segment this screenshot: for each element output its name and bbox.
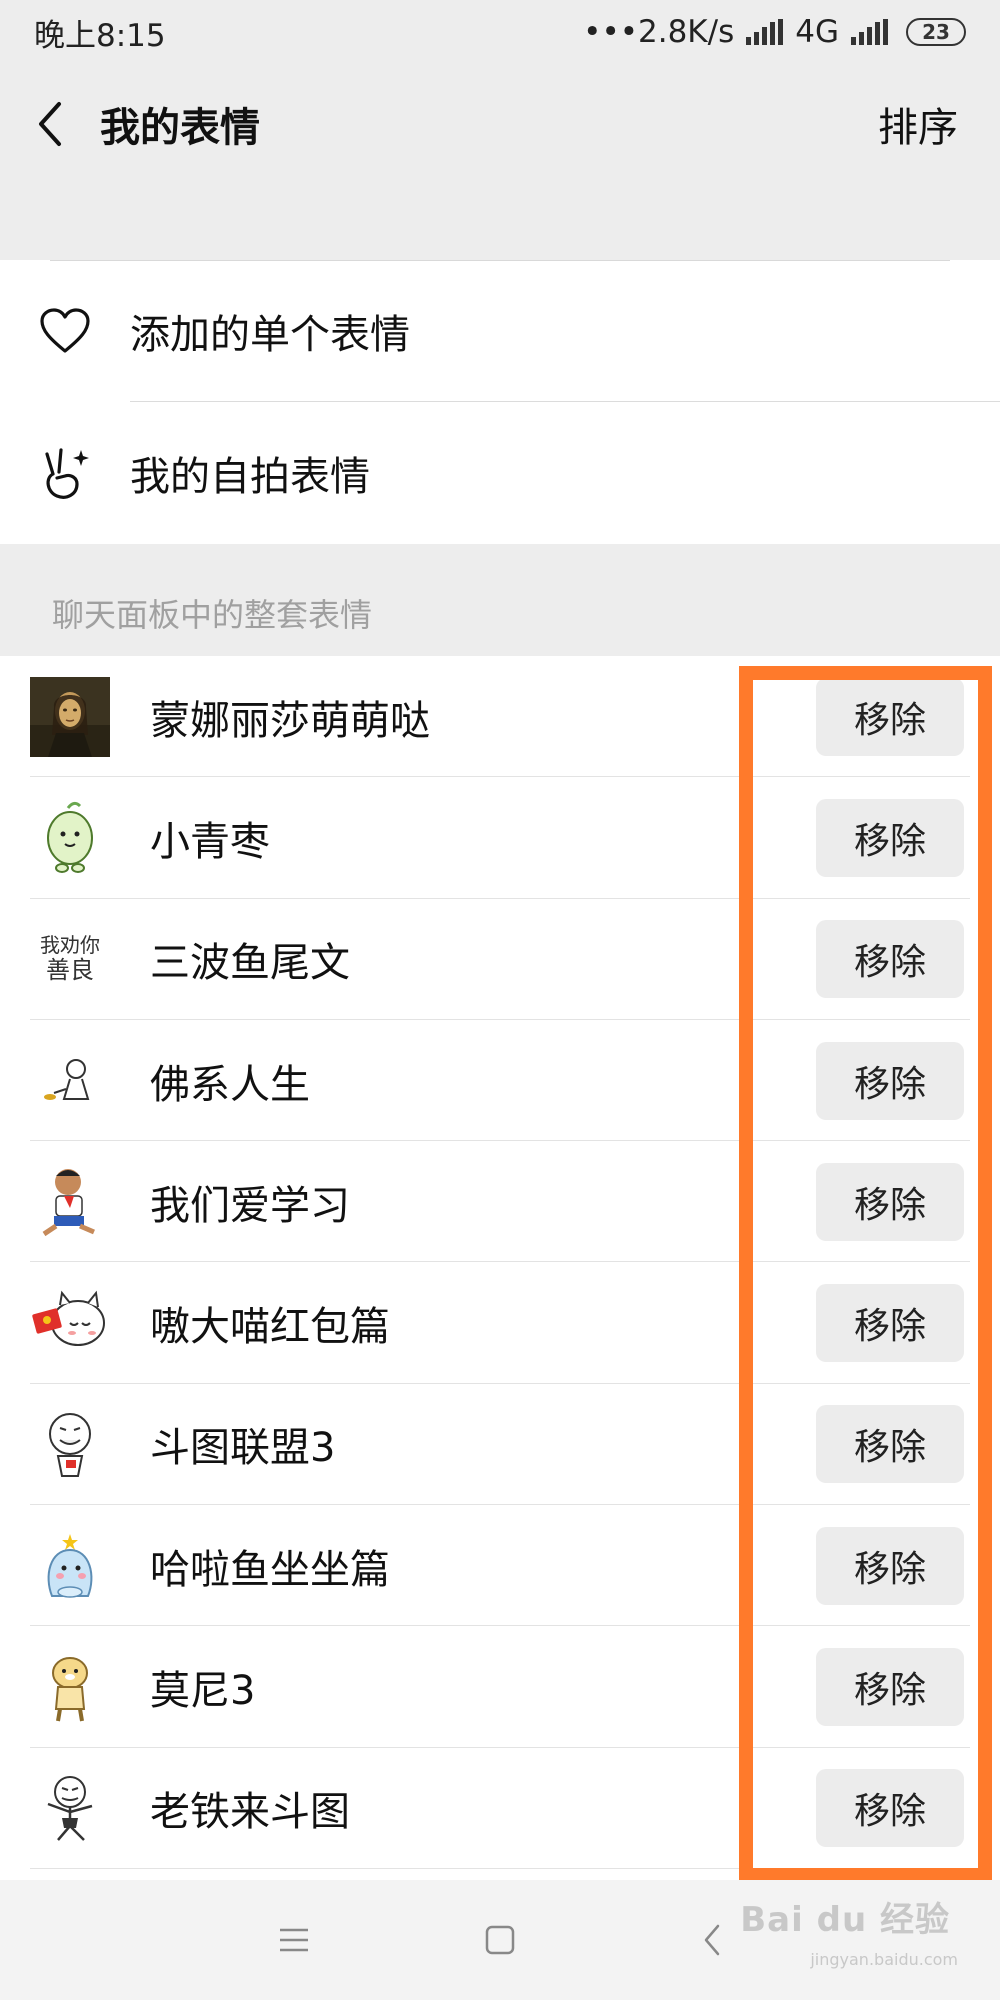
remove-button[interactable]: 移除 [816, 677, 964, 756]
handwriting-thumbnail: 我劝你 善良 [30, 919, 110, 999]
chevron-left-icon [39, 102, 61, 146]
page-title: 我的表情 [100, 105, 260, 151]
single-stickers-label: 添加的单个表情 [130, 312, 410, 358]
remove-button[interactable]: 移除 [816, 798, 964, 877]
sticker-pack-name: 三波鱼尾文 [150, 940, 350, 987]
sticker-pack-name: 蒙娜丽莎萌萌哒 [150, 697, 430, 744]
yellow-otter-thumbnail [30, 1647, 110, 1727]
selfie-stickers-label: 我的自拍表情 [130, 454, 370, 500]
back-nav-icon[interactable] [688, 1916, 736, 1964]
thumb-text-line-2: 善良 [46, 955, 94, 984]
remove-button[interactable]: 移除 [816, 1041, 964, 1120]
sticker-pack-row[interactable]: 嗷大喵红包篇 移除 [0, 1262, 1000, 1385]
sticker-pack-name: 嗷大喵红包篇 [150, 1304, 390, 1351]
meme-stickman-thumbnail [30, 1768, 110, 1848]
remove-button[interactable]: 移除 [816, 1162, 964, 1241]
battery-icon: 23 [906, 18, 966, 46]
blue-fish-thumbnail [30, 1526, 110, 1606]
selfie-stickers-item[interactable]: 我的自拍表情 [0, 402, 1000, 544]
sticker-pack-row[interactable]: 哈啦鱼坐坐篇 移除 [0, 1505, 1000, 1627]
selfie-hand-icon [0, 444, 130, 502]
sticker-pack-row[interactable]: 斗图联盟3 移除 [0, 1384, 1000, 1506]
section-header: 聊天面板中的整套表情 [52, 596, 373, 634]
mona-lisa-thumbnail [30, 676, 110, 757]
green-date-thumbnail [30, 798, 110, 878]
nav-bar: 我的表情 排序 [0, 64, 1000, 184]
sticker-pack-row[interactable]: 蒙娜丽莎萌萌哒 移除 [0, 656, 1000, 778]
status-time: 晚上8:15 [34, 17, 166, 54]
student-boy-thumbnail [30, 1162, 110, 1242]
sticker-pack-name: 莫尼3 [150, 1668, 256, 1715]
remove-button[interactable]: 移除 [816, 1526, 964, 1605]
status-bar: 晚上8:15 •••2.8K/s 4G 23 [0, 0, 1000, 64]
remove-button[interactable]: 移除 [816, 1648, 964, 1727]
signal-icon-2 [851, 19, 888, 45]
buddha-stickman-thumbnail [30, 1041, 110, 1121]
sticker-pack-name: 斗图联盟3 [150, 1425, 336, 1472]
thumb-text-line-1: 我劝你 [40, 932, 100, 957]
remove-button[interactable]: 移除 [816, 920, 964, 999]
status-indicators: •••2.8K/s 4G 23 [583, 14, 966, 50]
sticker-pack-row[interactable]: 佛系人生 移除 [0, 1020, 1000, 1142]
remove-button[interactable]: 移除 [816, 1284, 964, 1363]
cat-red-envelope-thumbnail [30, 1283, 110, 1363]
back-button[interactable] [0, 64, 100, 184]
sticker-pack-list: 蒙娜丽莎萌萌哒 移除 小青枣 移除 我劝你 善良 三波鱼尾文 移除 佛系人生 移… [0, 656, 1000, 1880]
heart-icon [0, 308, 130, 354]
sticker-pack-name: 哈啦鱼坐坐篇 [150, 1546, 390, 1593]
sticker-pack-name: 小青枣 [150, 818, 270, 865]
sticker-pack-row[interactable]: 我们爱学习 移除 [0, 1141, 1000, 1263]
sticker-pack-name: 我们爱学习 [150, 1182, 350, 1229]
top-menu-list: 添加的单个表情 我的自拍表情 [0, 260, 1000, 544]
sticker-pack-row[interactable]: 老铁来斗图 移除 [0, 1748, 1000, 1870]
sticker-pack-name: 老铁来斗图 [150, 1789, 350, 1836]
signal-icon [746, 19, 784, 45]
baidu-watermark: Bai du 经验 [740, 1900, 950, 1940]
meme-face-thumbnail [30, 1404, 110, 1484]
sticker-pack-row[interactable]: 我劝你 善良 三波鱼尾文 移除 [0, 899, 1000, 1021]
menu-icon[interactable] [270, 1916, 318, 1964]
remove-button[interactable]: 移除 [816, 1405, 964, 1484]
sort-button[interactable]: 排序 [878, 95, 958, 153]
single-stickers-item[interactable]: 添加的单个表情 [0, 260, 1000, 402]
home-icon[interactable] [476, 1916, 524, 1964]
baidu-watermark-url: jingyan.baidu.com [810, 1950, 958, 1969]
sticker-pack-row[interactable]: 小青枣 移除 [0, 777, 1000, 899]
sticker-pack-name: 佛系人生 [150, 1061, 310, 1108]
remove-button[interactable]: 移除 [816, 1769, 964, 1848]
network-speed: •••2.8K/s [583, 14, 735, 50]
network-type: 4G [795, 14, 839, 50]
sticker-pack-row[interactable]: 莫尼3 移除 [0, 1626, 1000, 1748]
